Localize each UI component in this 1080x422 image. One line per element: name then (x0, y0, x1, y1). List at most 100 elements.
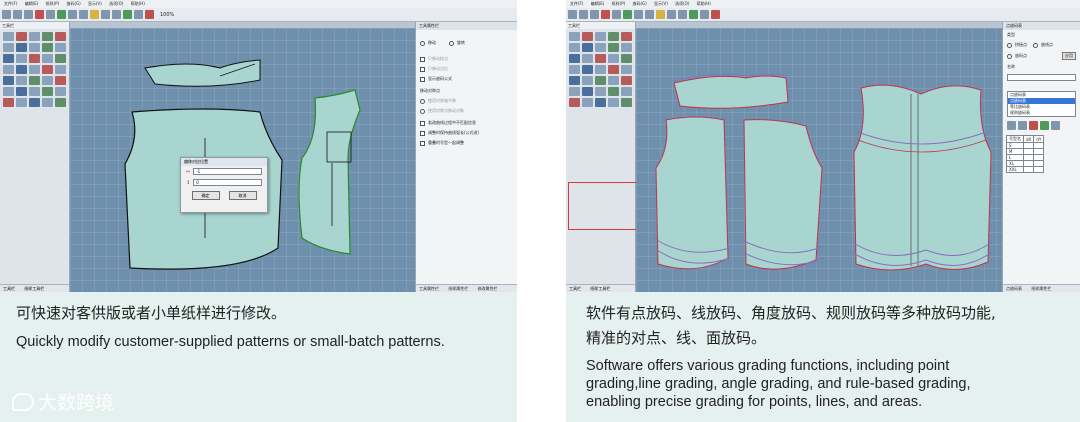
tab-tools[interactable]: 工具栏 (3, 286, 15, 291)
grade-icon[interactable] (689, 10, 698, 19)
tab-modify-props[interactable]: 修改属性栏 (478, 286, 498, 291)
menu-pattern[interactable]: 纸样(P) (612, 1, 626, 6)
measure-icon[interactable] (90, 10, 99, 19)
y-offset-field[interactable]: 0 (193, 179, 262, 186)
pleat-tool-icon[interactable] (595, 54, 606, 63)
align-tool-icon[interactable] (55, 65, 66, 74)
pants-tool-icon[interactable] (595, 87, 606, 96)
menu-grading[interactable]: 放码(G) (632, 1, 646, 6)
ruler-icon[interactable] (112, 10, 121, 19)
sum-icon[interactable] (101, 10, 110, 19)
menu-edit[interactable]: 编辑(E) (591, 1, 605, 6)
grade-rule-tool-icon[interactable] (42, 98, 53, 107)
point-tool-icon[interactable] (595, 32, 606, 41)
measure-tool-icon[interactable] (42, 43, 53, 52)
menu-file[interactable]: 文件(F) (4, 1, 17, 6)
tshirt-tool-icon[interactable] (16, 87, 27, 96)
new-file-icon[interactable] (2, 10, 11, 19)
link-tool-icon[interactable] (582, 65, 593, 74)
undo-icon[interactable] (623, 10, 632, 19)
notch-tool-icon[interactable] (569, 54, 580, 63)
ok-button[interactable]: 确定 (191, 191, 220, 200)
mirror-tool-icon[interactable] (29, 65, 40, 74)
tab-tool-props[interactable]: 工具属性栏 (419, 286, 439, 291)
tab-pattern-tools[interactable]: 纸样工具栏 (24, 286, 44, 291)
grade-table-dropdown[interactable]: 点放码表 点放码表 等比放码表 规则放码表 (1007, 91, 1076, 117)
grid-icon[interactable] (645, 10, 654, 19)
rotate-tool-icon[interactable] (42, 65, 53, 74)
cut-tool-icon[interactable] (55, 54, 66, 63)
rotate-radio[interactable] (449, 40, 454, 46)
offset-tool-icon[interactable] (55, 43, 66, 52)
select-tool-icon[interactable] (569, 32, 580, 41)
tab-pattern-props[interactable]: 纸样属性栏 (1031, 286, 1051, 291)
grade-point-tool-icon[interactable] (3, 98, 14, 107)
tab-tools[interactable]: 工具栏 (569, 286, 581, 291)
color-wheel-icon[interactable] (145, 10, 154, 19)
apply-button[interactable]: 应用 (1062, 52, 1076, 60)
tshirt-tool-icon[interactable] (582, 87, 593, 96)
fold-tool-icon[interactable] (55, 76, 66, 85)
measure-tool-icon[interactable] (608, 43, 619, 52)
ruler-icon[interactable] (678, 10, 687, 19)
color-wheel-icon[interactable] (711, 10, 720, 19)
save-icon[interactable] (590, 10, 599, 19)
grade-icon[interactable] (123, 10, 132, 19)
cut-icon[interactable] (601, 10, 610, 19)
name-dropdown[interactable] (1007, 74, 1076, 81)
layout-icon[interactable] (134, 10, 143, 19)
graded-pattern-pieces[interactable] (636, 28, 1002, 292)
offset-tool-icon[interactable] (621, 43, 632, 52)
pocket-tool-icon[interactable] (608, 87, 619, 96)
link-tool-icon[interactable] (16, 65, 27, 74)
curve-tool-icon[interactable] (608, 32, 619, 41)
arc-tool-icon[interactable] (582, 43, 593, 52)
scissors-tool-icon[interactable] (621, 98, 632, 107)
seam-tool-icon[interactable] (16, 76, 27, 85)
move-radio[interactable] (420, 40, 425, 46)
pants-tool-icon[interactable] (29, 87, 40, 96)
keep-arc-checkbox[interactable] (420, 130, 425, 136)
paste-grade-icon[interactable] (1018, 121, 1027, 130)
point-tool-icon[interactable] (29, 32, 40, 41)
point-move-radio[interactable] (420, 108, 425, 114)
cut-icon[interactable] (35, 10, 44, 19)
cancel-button[interactable]: 取消 (228, 191, 257, 200)
line-tool-icon[interactable] (569, 43, 580, 52)
pen-tool-icon[interactable] (621, 32, 632, 41)
menu-help[interactable]: 帮助(H) (697, 1, 711, 6)
menu-pattern[interactable]: 纸样(P) (46, 1, 60, 6)
grain-tool-icon[interactable] (595, 76, 606, 85)
menu-edit[interactable]: 编辑(E) (25, 1, 39, 6)
pen-tool-icon[interactable] (55, 32, 66, 41)
piece-tool-icon[interactable] (569, 76, 580, 85)
new-file-icon[interactable] (568, 10, 577, 19)
dart-tool-icon[interactable] (16, 54, 27, 63)
grade-point-radio[interactable] (1007, 53, 1012, 59)
arc-tool-icon[interactable] (16, 43, 27, 52)
rectangle-tool-icon[interactable] (595, 43, 606, 52)
move-position-checkbox[interactable] (420, 66, 425, 72)
copy-icon[interactable] (46, 10, 55, 19)
menu-view[interactable]: 显示(V) (654, 1, 668, 6)
shirt-tool-icon[interactable] (569, 87, 580, 96)
open-file-icon[interactable] (13, 10, 22, 19)
show-formula-checkbox[interactable] (420, 76, 425, 82)
mirror-tool-icon[interactable] (595, 65, 606, 74)
layout-icon[interactable] (700, 10, 709, 19)
grade-line-tool-icon[interactable] (16, 98, 27, 107)
clear-grade-icon[interactable] (1051, 121, 1060, 130)
sum-icon[interactable] (667, 10, 676, 19)
tab-pattern-tools[interactable]: 纸样工具栏 (590, 286, 610, 291)
dart-tool-icon[interactable] (582, 54, 593, 63)
cut-tool-icon[interactable] (621, 54, 632, 63)
grade-point-tool-icon[interactable] (569, 98, 580, 107)
grain-tool-icon[interactable] (29, 76, 40, 85)
curve-point-radio[interactable] (1033, 42, 1038, 48)
mismatch-checkbox[interactable] (420, 120, 425, 126)
seam-tool-icon[interactable] (582, 76, 593, 85)
grade-angle-tool-icon[interactable] (595, 98, 606, 107)
label-tool-icon[interactable] (42, 76, 53, 85)
move-point-checkbox[interactable] (420, 56, 425, 62)
menu-options[interactable]: 选项(O) (109, 1, 123, 6)
